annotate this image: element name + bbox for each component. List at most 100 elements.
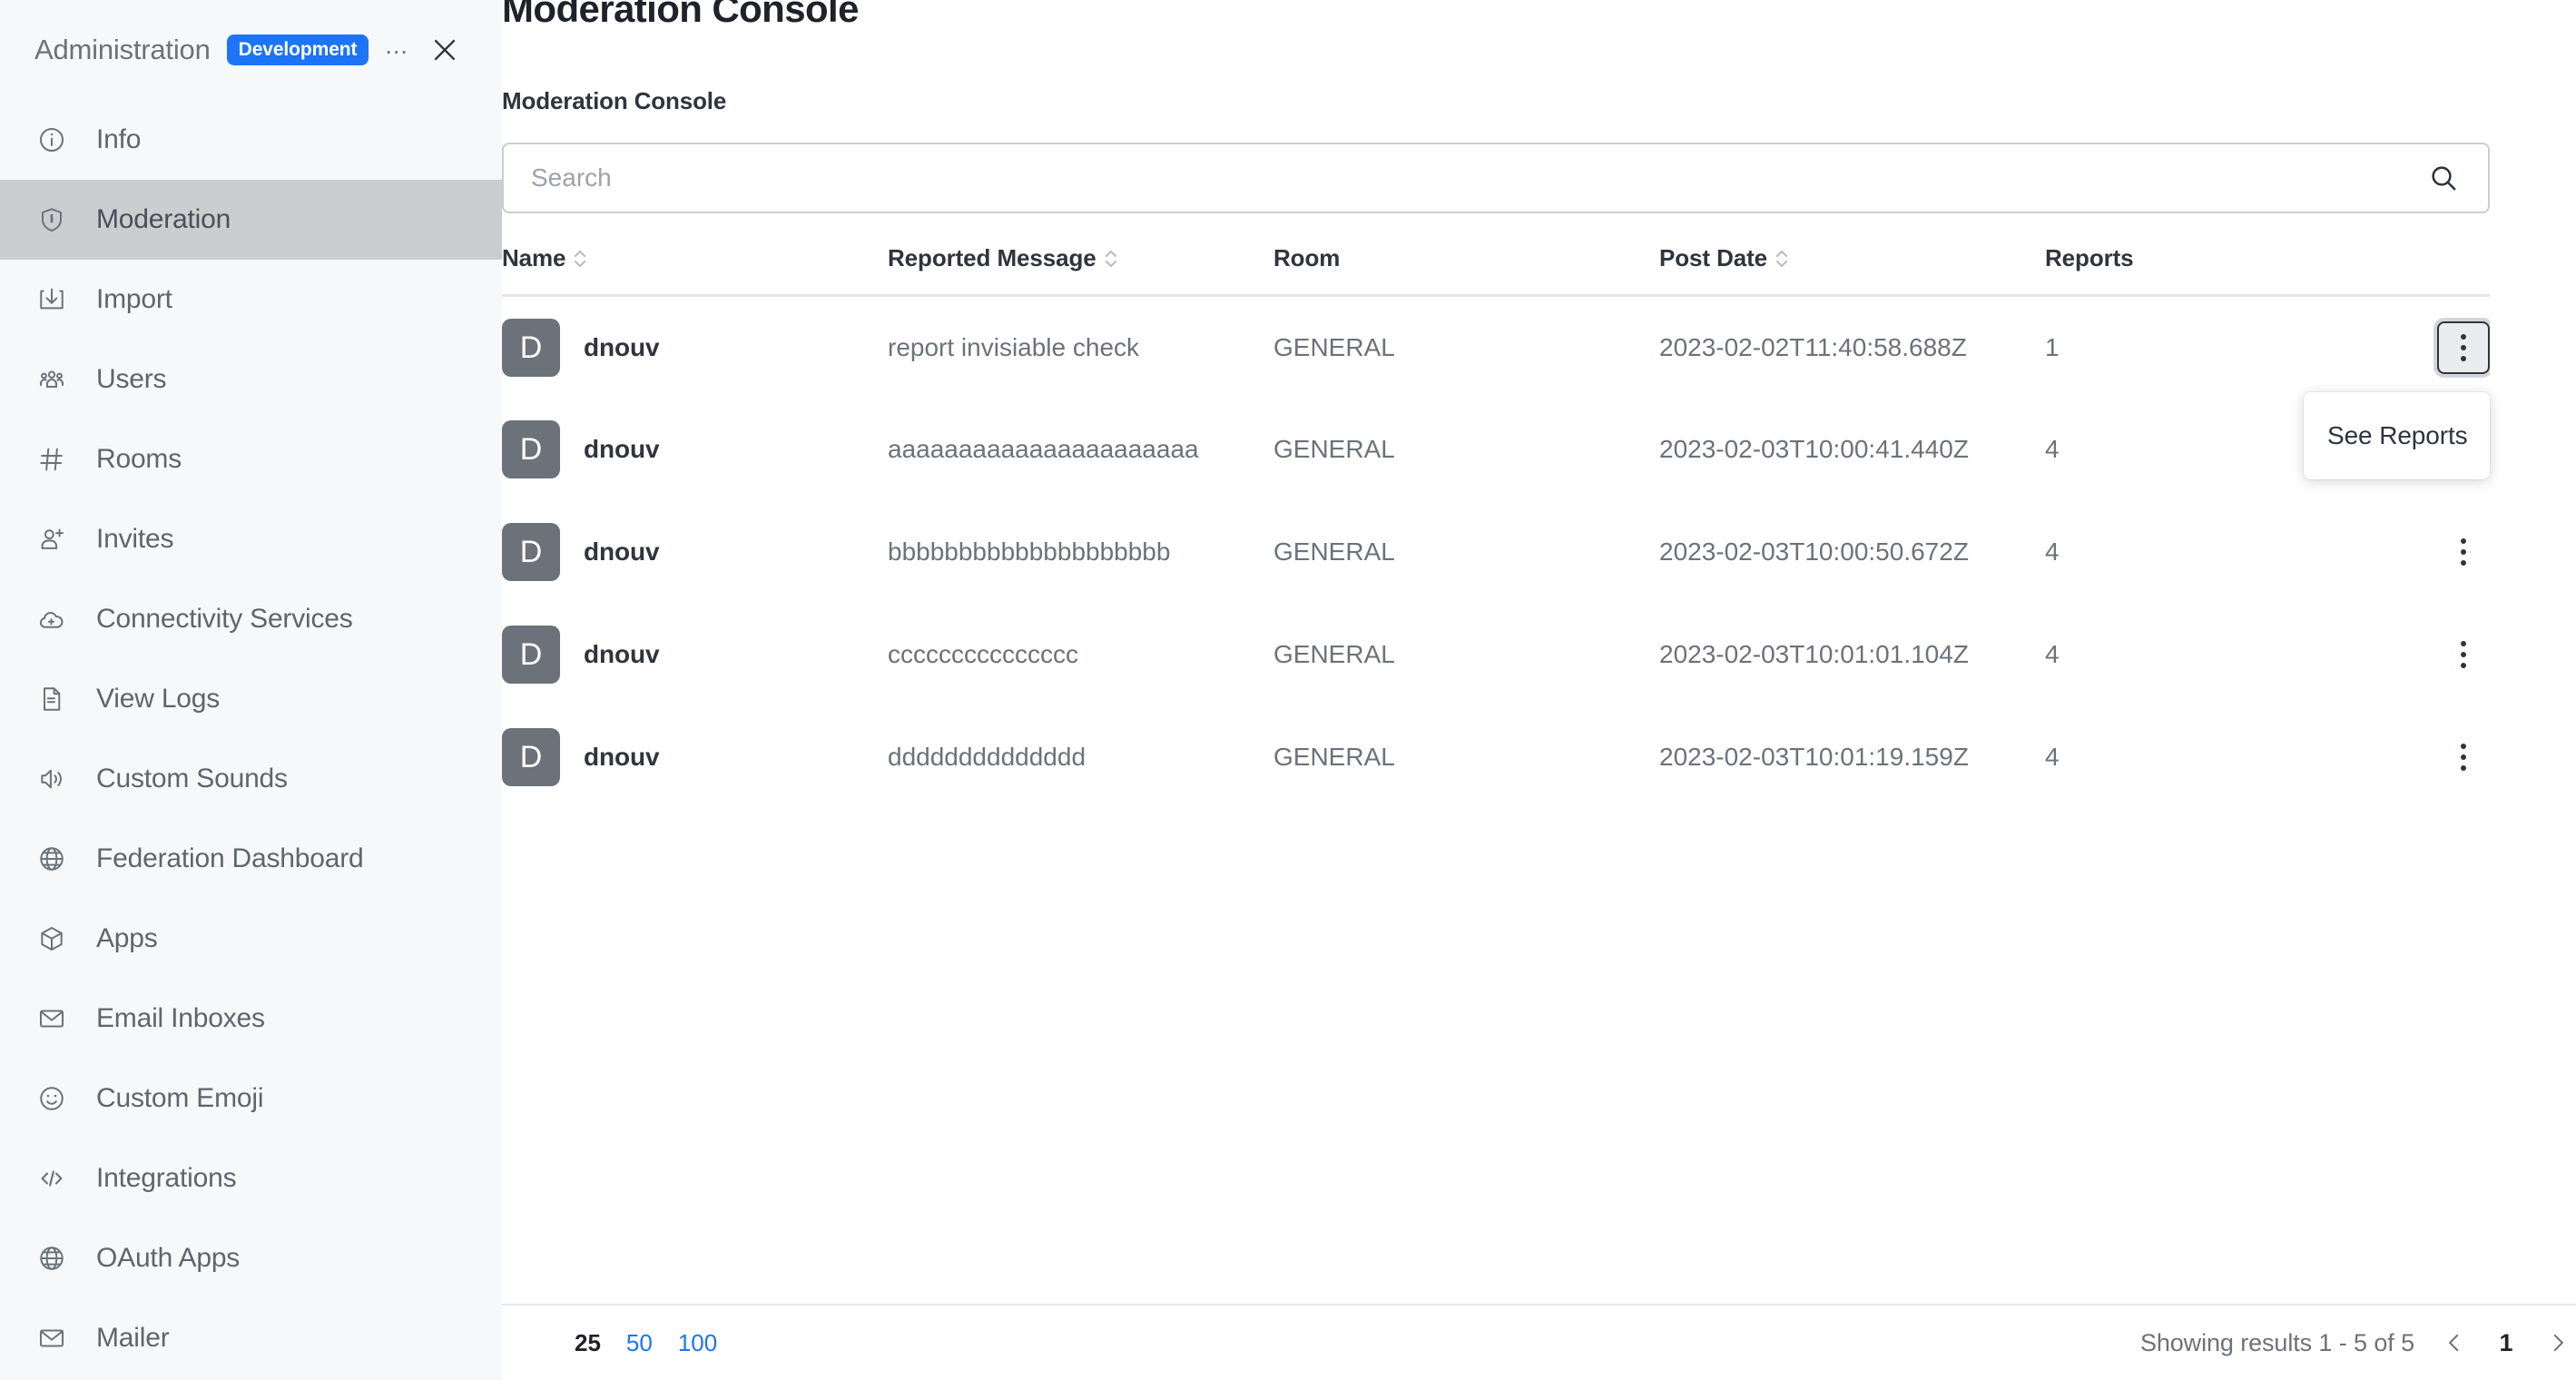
- row-actions-dropdown: See Reports: [2304, 392, 2490, 479]
- sidebar-item-rooms[interactable]: Rooms: [0, 419, 502, 499]
- page-size-option[interactable]: 50: [626, 1329, 653, 1357]
- results-count-text: Showing results 1 - 5 of 5: [2139, 1328, 2414, 1356]
- column-header-post-date[interactable]: Post Date: [1659, 244, 2045, 298]
- column-header-label: Post Date: [1659, 244, 1768, 272]
- sidebar-item-label: Rooms: [96, 444, 182, 474]
- table-row[interactable]: D dnouv aaaaaaaaaaaaaaaaaaaaaa GENERAL 2…: [502, 399, 2490, 501]
- sidebar-item-invites[interactable]: Invites: [0, 499, 502, 579]
- column-header-actions: [2345, 244, 2490, 298]
- cell-post-date: 2023-02-03T10:01:01.104Z: [1659, 640, 1969, 669]
- envelope-icon: [34, 1001, 69, 1036]
- cell-reports: 4: [2045, 537, 2060, 567]
- table-body: D dnouv report invisiable check GENERAL …: [502, 296, 2490, 809]
- sort-toggle-icon[interactable]: [1104, 248, 1118, 270]
- sidebar-item-label: Apps: [96, 923, 158, 953]
- kebab-menu-icon[interactable]: [2437, 628, 2490, 681]
- sidebar-item-info[interactable]: Info: [0, 100, 502, 180]
- cell-username: dnouv: [584, 537, 660, 567]
- search-icon[interactable]: [2423, 157, 2464, 199]
- sidebar-item-custom-sounds[interactable]: Custom Sounds: [0, 739, 502, 819]
- table-row[interactable]: D dnouv report invisiable check GENERAL …: [502, 296, 2490, 399]
- sort-toggle-icon[interactable]: [1775, 248, 1789, 270]
- sidebar-item-users[interactable]: Users: [0, 340, 502, 419]
- table-header-row: Name Reported Message Room Post Date Rep…: [502, 244, 2490, 298]
- cell-reports: 4: [2045, 640, 2060, 669]
- table-row[interactable]: D dnouv bbbbbbbbbbbbbbbbbbbb GENERAL 202…: [502, 501, 2490, 604]
- cell-reported-message: bbbbbbbbbbbbbbbbbbbb: [888, 537, 1171, 567]
- column-header-reported-message[interactable]: Reported Message: [888, 244, 1273, 298]
- cell-name: D dnouv: [502, 296, 888, 399]
- sidebar-item-mailer[interactable]: Mailer: [0, 1298, 502, 1378]
- cell-actions: [2345, 296, 2490, 399]
- column-header-label: Reported Message: [888, 244, 1096, 272]
- page-size-option[interactable]: 25: [575, 1329, 601, 1357]
- sidebar-item-custom-emoji[interactable]: Custom Emoji: [0, 1059, 502, 1138]
- sidebar-item-federation-dashboard[interactable]: Federation Dashboard: [0, 819, 502, 899]
- column-header-room[interactable]: Room: [1273, 244, 1659, 298]
- sidebar-overflow-button[interactable]: ...: [385, 33, 408, 62]
- page-number[interactable]: 1: [2494, 1329, 2518, 1357]
- users-group-icon: [34, 362, 69, 397]
- sidebar-item-label: Federation Dashboard: [96, 843, 364, 873]
- cell-name: D dnouv: [502, 706, 888, 809]
- cell-reports: 4: [2045, 435, 2060, 464]
- cell-post-date: 2023-02-02T11:40:58.688Z: [1659, 333, 1967, 362]
- search-input[interactable]: [531, 163, 2423, 193]
- cell-username: dnouv: [584, 435, 660, 464]
- avatar: D: [502, 319, 560, 378]
- sidebar-title: Administration: [34, 34, 211, 65]
- kebab-menu-icon[interactable]: [2437, 731, 2490, 784]
- sidebar-item-label: Invites: [96, 524, 174, 554]
- see-reports-menu-item[interactable]: See Reports: [2304, 407, 2490, 465]
- main-content: Moderation Console Moderation Console Se…: [502, 0, 2576, 1380]
- sidebar-item-email-inboxes[interactable]: Email Inboxes: [0, 979, 502, 1059]
- kebab-menu-icon[interactable]: [2437, 526, 2490, 578]
- avatar: D: [502, 420, 560, 479]
- chevron-right-icon[interactable]: [2540, 1325, 2576, 1361]
- page-size-option[interactable]: 100: [678, 1329, 717, 1357]
- sidebar-item-label: Import: [96, 284, 172, 314]
- user-plus-icon: [34, 522, 69, 557]
- globe-icon: [34, 842, 69, 876]
- sidebar-item-label: Custom Sounds: [96, 764, 288, 794]
- table-row[interactable]: D dnouv ccccccccccccccc GENERAL 2023-02-…: [502, 604, 2490, 706]
- sidebar-item-view-logs[interactable]: View Logs: [0, 659, 502, 739]
- chevron-left-icon[interactable]: [2436, 1325, 2473, 1361]
- sidebar-item-label: Integrations: [96, 1163, 237, 1193]
- cell-name: D dnouv: [502, 399, 888, 501]
- cell-reports: 1: [2045, 333, 2060, 362]
- page-title: Moderation Console: [502, 0, 859, 30]
- import-download-icon: [34, 282, 69, 317]
- column-header-name[interactable]: Name: [502, 244, 888, 298]
- cell-room: GENERAL: [1273, 743, 1395, 772]
- sidebar-item-oauth-apps[interactable]: OAuth Apps: [0, 1218, 502, 1298]
- search-field[interactable]: [502, 143, 2490, 214]
- sort-toggle-icon[interactable]: [573, 248, 587, 270]
- table-row[interactable]: D dnouv dddddddddddddd GENERAL 2023-02-0…: [502, 706, 2490, 809]
- cell-room: GENERAL: [1273, 537, 1395, 567]
- admin-sidebar: Administration Development ... Info Mode…: [0, 0, 502, 1380]
- cell-name: D dnouv: [502, 501, 888, 604]
- cell-username: dnouv: [584, 640, 660, 669]
- pagination: Showing results 1 - 5 of 5 1: [2140, 1325, 2576, 1361]
- sidebar-item-moderation[interactable]: Moderation: [0, 180, 502, 260]
- sidebar-item-label: Users: [96, 364, 167, 394]
- sidebar-item-apps[interactable]: Apps: [0, 899, 502, 979]
- sidebar-header: Administration Development ...: [0, 0, 502, 100]
- sidebar-item-import[interactable]: Import: [0, 260, 502, 340]
- cell-room: GENERAL: [1273, 333, 1395, 362]
- sidebar-item-integrations[interactable]: Integrations: [0, 1138, 502, 1218]
- environment-badge: Development: [226, 34, 369, 65]
- cell-actions: [2345, 706, 2490, 809]
- code-brackets-icon: [34, 1161, 69, 1196]
- sidebar-item-connectivity-services[interactable]: Connectivity Services: [0, 579, 502, 659]
- kebab-menu-icon[interactable]: [2437, 321, 2490, 375]
- moderation-table-wrap: Name Reported Message Room Post Date Rep…: [502, 244, 2490, 1304]
- shield-icon: [34, 202, 69, 237]
- close-icon[interactable]: [425, 24, 466, 76]
- cell-post-date: 2023-02-03T10:00:50.672Z: [1659, 537, 1969, 567]
- sidebar-item-label: OAuth Apps: [96, 1243, 241, 1273]
- smiley-icon: [34, 1081, 69, 1116]
- column-header-reports[interactable]: Reports: [2045, 244, 2345, 298]
- sidebar-item-label: Moderation: [96, 204, 231, 234]
